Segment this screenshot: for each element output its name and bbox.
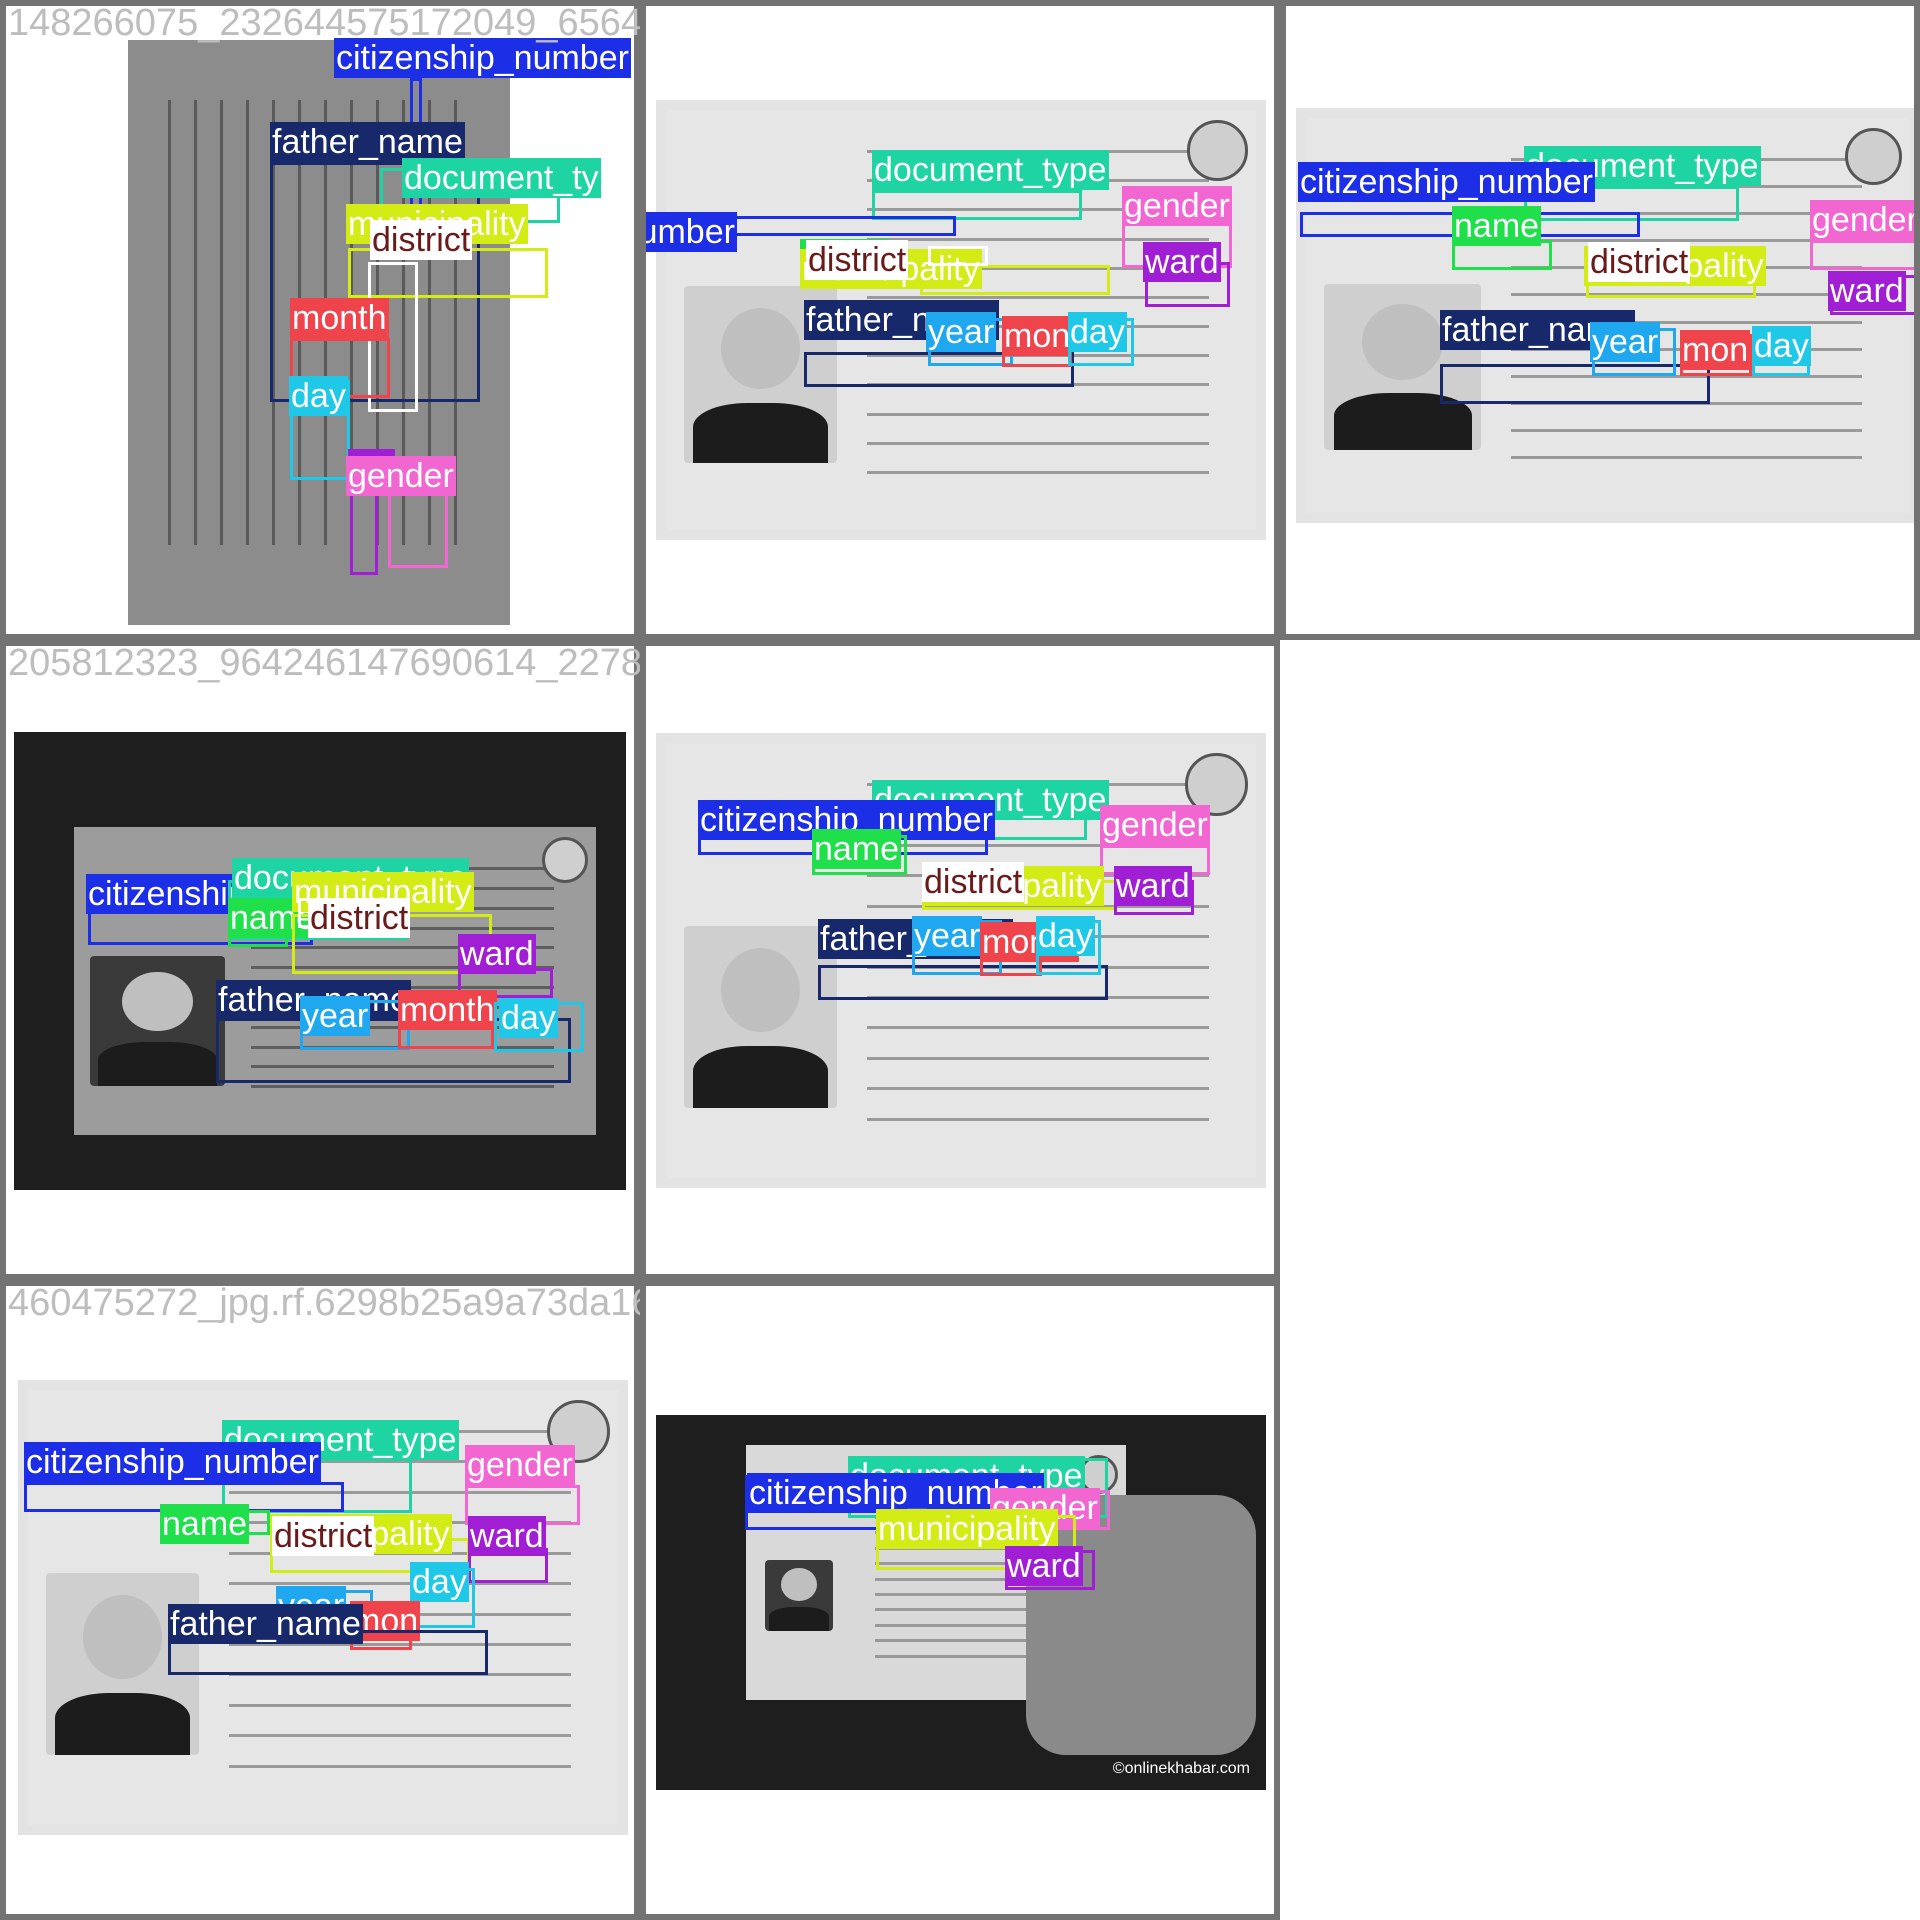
text-line <box>1511 455 1862 459</box>
day-label: day <box>499 998 558 1038</box>
text-line <box>228 1703 571 1707</box>
face <box>82 1594 163 1679</box>
district-label: district <box>308 898 411 938</box>
text-line <box>866 1056 1209 1060</box>
portrait-photo <box>765 1559 834 1632</box>
grid-tile: citizenship_number father_name document_ty… <box>0 0 640 640</box>
grid-tile: ©onlinekhabar.comdocument_typecitizenshi… <box>640 1280 1280 1920</box>
shoulders <box>54 1693 190 1756</box>
text-line <box>228 1734 571 1738</box>
gender-label: gender <box>1122 186 1232 226</box>
ward-label: ward <box>1005 1546 1083 1586</box>
father-name-label: father_name <box>168 1604 363 1644</box>
face <box>720 947 801 1032</box>
district-box[interactable] <box>928 246 988 266</box>
text-line <box>246 100 249 545</box>
shoulders <box>769 1606 830 1632</box>
shoulders <box>692 1046 828 1109</box>
gender-label: gender <box>346 456 456 496</box>
text-line <box>866 470 1209 474</box>
ward-label: ward <box>1114 866 1192 906</box>
citizenship-number-label: citizenship_number <box>1298 162 1595 202</box>
tile-title: 148266075_232644575172049_65649556364669… <box>8 2 640 44</box>
watermark: ©onlinekhabar.com <box>1112 1760 1250 1777</box>
text-line <box>866 1117 1209 1121</box>
text-line <box>866 441 1209 445</box>
text-line <box>228 1764 571 1768</box>
year-label: year <box>300 996 371 1036</box>
document-type-label: document_type <box>872 150 1109 190</box>
name-label: name <box>812 829 902 869</box>
name-label: name <box>160 1504 250 1544</box>
citizenship-number-label: citizenship_number <box>640 212 737 252</box>
ward-label: ward <box>468 1516 546 1556</box>
grid-tile <box>1280 1280 1920 1920</box>
day-label: day <box>410 1562 469 1602</box>
grid-tile: document_typecitizenship_numbergendernam… <box>0 1280 640 1920</box>
grid-tile <box>1280 640 1920 1280</box>
day-label: day <box>1068 312 1127 352</box>
text-line <box>251 1085 555 1089</box>
text-line <box>220 100 223 545</box>
face <box>1361 303 1444 381</box>
shoulders <box>692 402 828 463</box>
face <box>122 971 193 1032</box>
district-label: district <box>272 1516 375 1556</box>
ward-label: ward <box>1143 242 1221 282</box>
text-line <box>1511 428 1862 432</box>
district-label: district <box>1588 242 1691 282</box>
district-label: district <box>922 862 1025 902</box>
gender-box[interactable] <box>1810 240 1920 270</box>
grid-tile: citizenship_numberdocument_typenamemunic… <box>0 640 640 1280</box>
month-label: mon <box>1680 330 1751 370</box>
nepal-emblem <box>541 837 588 884</box>
tile-title: 460475272_jpg.rf.6298b25a9a73da165a6ed3i… <box>8 1282 640 1324</box>
day-label: day <box>289 376 348 416</box>
year-label: year <box>912 916 983 956</box>
district-label: district <box>806 240 909 280</box>
month-label: mon <box>1002 316 1073 356</box>
gender-label: gender <box>1100 805 1210 845</box>
text-line <box>866 1087 1209 1091</box>
year-label: year <box>926 312 997 352</box>
text-line <box>168 100 171 545</box>
municipality-label: municipality <box>876 1509 1058 1549</box>
day-label: day <box>1036 916 1095 956</box>
month-label: month <box>290 298 389 338</box>
text-line <box>866 412 1209 416</box>
grid-tile: document_typecitizenship_numbernamegende… <box>640 0 1280 640</box>
name-label: name <box>1452 206 1542 246</box>
tile-title: 205812323_964246147690614_22789849274803… <box>8 642 640 684</box>
citizenship-number-label: citizenship_number <box>24 1442 321 1482</box>
nepal-emblem <box>1844 128 1902 186</box>
portrait-photo <box>683 925 838 1109</box>
ward-label: ward <box>1828 271 1906 311</box>
face <box>781 1568 817 1602</box>
gender-label: gender <box>465 1445 575 1485</box>
gender-label: gender <box>1810 200 1920 240</box>
grid-tile: document_typecitizenship_numbernamegende… <box>1280 0 1920 640</box>
face <box>720 307 801 389</box>
nepal-emblem <box>1187 120 1248 181</box>
month-label: month <box>398 990 497 1030</box>
document-type-label: document_ty <box>402 158 601 198</box>
text-line <box>194 100 197 545</box>
text-line <box>866 1026 1209 1030</box>
portrait-photo <box>89 956 226 1086</box>
father-name-label: father_name <box>270 122 465 162</box>
ward-label: ward <box>458 934 536 974</box>
district-label: district <box>370 220 473 260</box>
year-label: year <box>1590 322 1661 362</box>
shoulders <box>97 1041 218 1086</box>
day-label: day <box>1752 326 1811 366</box>
grid-tile: document_typecitizenship_numbergendernam… <box>640 640 1280 1280</box>
